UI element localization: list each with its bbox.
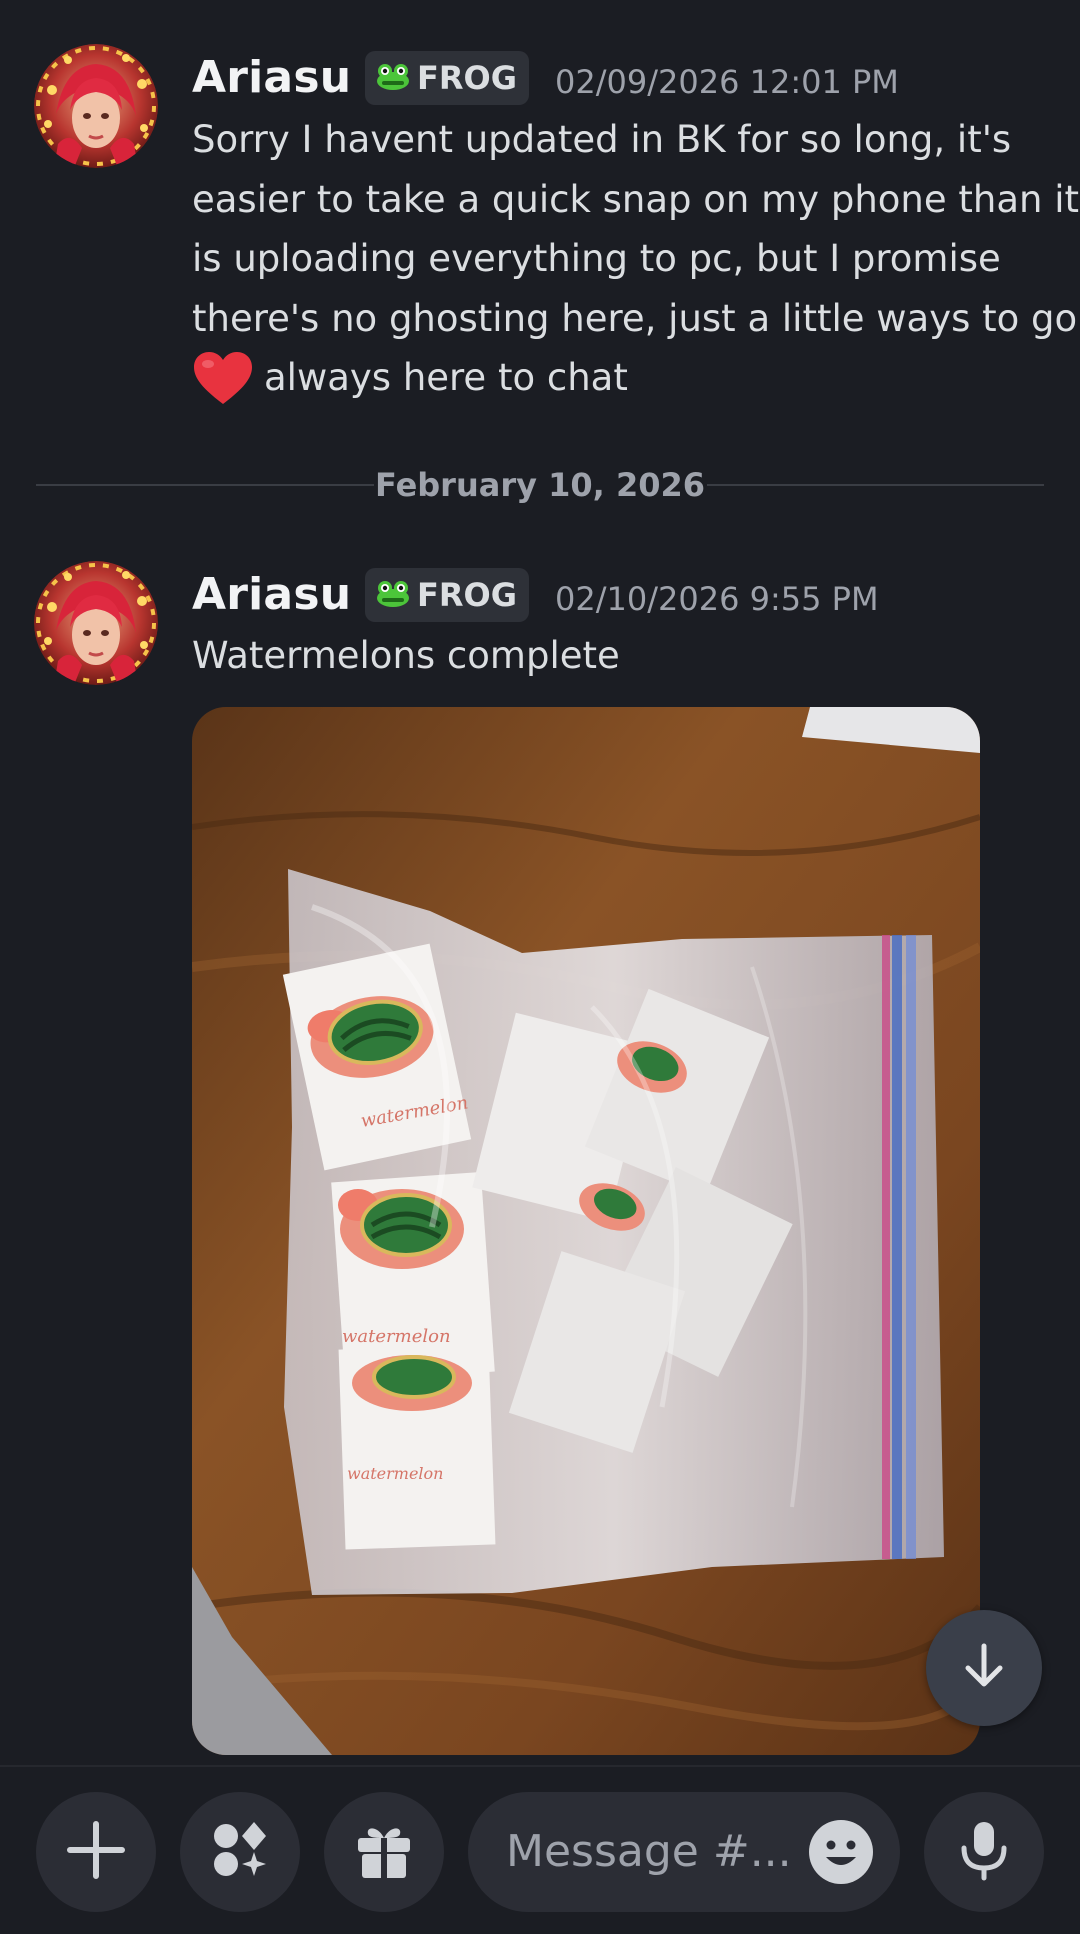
add-button[interactable] <box>36 1792 156 1912</box>
date-divider: February 10, 2026 <box>36 462 1044 508</box>
username[interactable]: Ariasu <box>192 52 351 103</box>
user-tag[interactable]: FROG <box>365 51 529 105</box>
card-label: watermelon <box>342 1326 451 1347</box>
message-text: Watermelons complete <box>192 634 620 677</box>
username[interactable]: Ariasu <box>192 569 351 620</box>
composer-bar: Message #... <box>0 1765 1080 1934</box>
tag-label: FROG <box>417 576 517 614</box>
frog-icon <box>375 578 411 612</box>
timestamp: 02/09/2026 12:01 PM <box>555 63 899 101</box>
voice-message-button[interactable] <box>924 1792 1044 1912</box>
message-line-text: always here to chat <box>264 356 628 399</box>
heart-emoji[interactable] <box>192 350 254 406</box>
apps-icon <box>208 1818 272 1886</box>
message-input-placeholder: Message #... <box>506 1826 792 1877</box>
message-line: there's no ghosting here, just a little … <box>192 296 1078 340</box>
scroll-to-bottom-button[interactable] <box>926 1610 1042 1726</box>
microphone-icon <box>952 1818 1016 1886</box>
message-line: Sorry I havent updated in BK for so long… <box>192 118 1012 161</box>
chat-screen: Ariasu FROG 02/09/2026 12:01 PM Sorry I … <box>0 0 1080 1934</box>
message-line: always here to chat <box>192 348 1042 408</box>
message-line: easier to take a quick snap on my phone … <box>192 177 1080 221</box>
user-tag[interactable]: FROG <box>365 568 529 622</box>
plus-icon <box>64 1818 128 1886</box>
timestamp: 02/10/2026 9:55 PM <box>555 580 879 618</box>
divider-line-right <box>707 484 1044 486</box>
message-line: is uploading everything to pc, but I pro… <box>192 237 1001 280</box>
tag-label: FROG <box>417 59 517 97</box>
arrow-down-icon <box>958 1640 1010 1696</box>
gift-icon <box>352 1818 416 1886</box>
image-attachment[interactable]: watermelon watermelon watermelon <box>192 707 980 1755</box>
apps-button[interactable] <box>180 1792 300 1912</box>
avatar[interactable] <box>34 561 158 685</box>
message-input[interactable]: Message #... <box>468 1792 900 1912</box>
avatar[interactable] <box>34 44 158 168</box>
gift-button[interactable] <box>324 1792 444 1912</box>
card-label: watermelon <box>347 1464 443 1483</box>
emoji-icon[interactable] <box>808 1819 874 1885</box>
frog-icon <box>375 61 411 95</box>
message-text: Sorry I havent updated in BK for so long… <box>192 110 1080 408</box>
